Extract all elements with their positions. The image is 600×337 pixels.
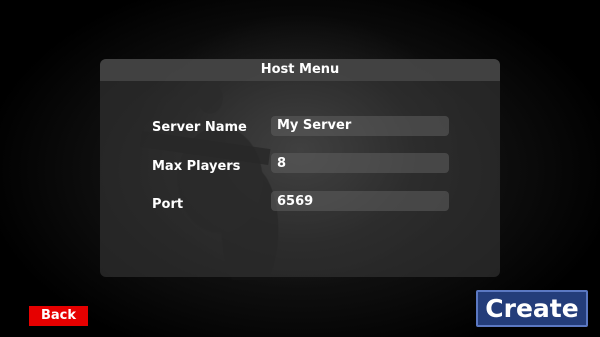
port-value: 6569 [277,194,314,209]
server-name-label: Server Name [152,120,247,135]
max-players-label: Max Players [152,159,241,174]
create-button[interactable]: Create [476,290,588,327]
max-players-field[interactable] [271,153,449,173]
back-button[interactable]: Back [29,306,88,326]
host-menu-panel: Host Menu Server Name My Server Max Play… [100,59,500,277]
panel-title: Host Menu [100,59,500,81]
server-name-value: My Server [277,118,352,133]
max-players-value: 8 [277,156,287,171]
port-label: Port [152,197,184,212]
